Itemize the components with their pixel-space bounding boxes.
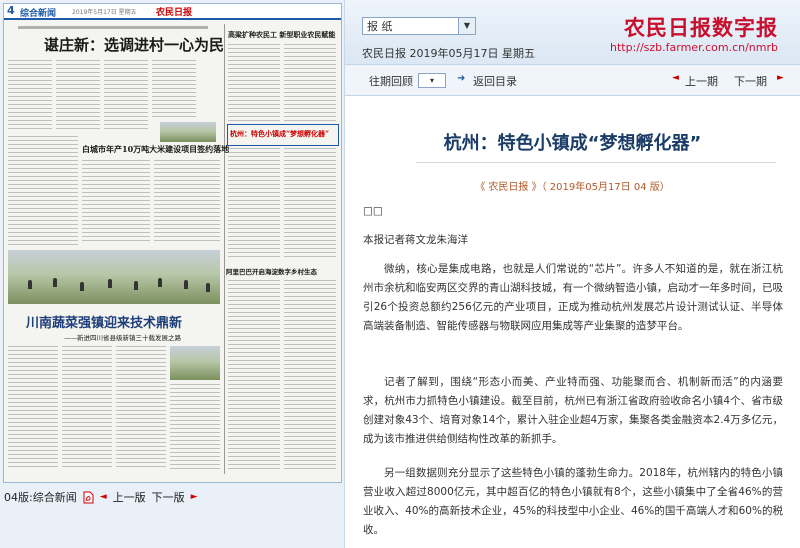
newspaper-page-number: 4 [7,4,15,17]
archive-link[interactable]: 往期回顾 [369,73,413,89]
article-paragraph-1: 微纳，核心是集成电路，也就是人们常说的“芯片”。许多人不知道的是，就在浙江杭州市… [363,263,783,332]
arrow-right-icon: ► [190,492,198,502]
site-header: 报 纸 ▼ 农民日报数字报 http://szb.farmer.com.cn/n… [345,0,800,64]
text-block [170,384,220,470]
text-block [104,60,148,130]
publication-date: 农民日报 2019年05月17日 星期五 [362,47,535,60]
text-block [82,160,150,244]
page-nav-bar: 04版:综合新闻 ◄ 上一版 下一版 ► [4,488,198,506]
newspaper-photo [170,346,220,380]
publication-select[interactable]: 报 纸 ▼ [362,17,476,35]
toolbar: 往期回顾 ▾ ➜ 返回目录 ◄ 上一期 下一期 ► [345,64,800,96]
newspaper-panel: 4 综合新闻 2019年5月17日 星期五 农民日报 谌庄新：选调进村一心为民 … [0,0,345,548]
text-block [152,60,196,120]
prev-edition-link[interactable]: 上一版 [113,489,146,505]
back-to-index-link[interactable]: 返回目录 [473,73,517,89]
next-edition-link[interactable]: 下一版 [152,489,185,505]
text-block [228,44,280,122]
newspaper-headline-6[interactable]: 川南蔬菜强镇迎来技术鼎新 [26,312,182,331]
newspaper-rule [18,26,208,29]
home-icon: ➜ [457,73,466,84]
newspaper-page-image[interactable]: 4 综合新闻 2019年5月17日 星期五 农民日报 谌庄新：选调进村一心为民 … [3,3,342,483]
chevron-down-icon[interactable]: ▼ [458,18,475,34]
text-block [228,148,280,258]
arrow-left-icon: ◄ [672,73,679,83]
newspaper-field-photo [8,250,220,304]
next-issue-link[interactable]: 下一期 [734,73,767,89]
newspaper-masthead: 农民日报 [156,8,193,18]
site-brand: 农民日报数字报 [624,15,778,40]
publication-select-value: 报 纸 [367,20,393,33]
article-byline: 本报记者蒋文龙朱海洋 [363,234,468,246]
article-paragraph-3: 另一组数据则充分显示了这些特色小镇的蓬勃生命力。2018年，杭州辖内的特色小镇营… [363,467,783,536]
newspaper-headline-2[interactable]: 高粱扩种农民工 新型职业农民赋能 [228,30,335,40]
archive-calendar-icon[interactable]: ▾ [418,73,446,88]
article-title: 杭州：特色小镇成“梦想孵化器” [443,133,702,154]
newspaper-date: 2019年5月17日 星期五 [72,9,137,16]
arrow-right-icon: ► [777,73,784,83]
newspaper-header-bar: 4 综合新闻 2019年5月17日 星期五 农民日报 [4,4,341,20]
text-block [62,346,112,470]
title-divider [416,162,776,163]
newspaper-headline-6-sub: ——新进四川省县级新镇三十载发展之路 [64,334,181,342]
text-block [154,160,220,244]
pdf-icon[interactable] [83,491,94,504]
newspaper-headline-4[interactable]: 白城市年产10万吨大米建设项目签约落地 [82,144,229,155]
newspaper-headline-5[interactable]: 阿里巴巴开启海淀数字乡村生态 [226,266,317,276]
prev-issue-link[interactable]: 上一期 [685,73,718,89]
text-block [8,346,58,470]
text-block [284,148,336,258]
text-block [284,280,336,470]
article-label: □□ [363,205,383,217]
newspaper-headline-1[interactable]: 谌庄新：选调进村一心为民 [44,34,224,55]
text-block [8,136,78,246]
site-url[interactable]: http://szb.farmer.com.cn/nmrb [610,41,778,54]
text-block [228,280,280,470]
arrow-left-icon: ◄ [99,492,107,502]
text-block [116,346,166,470]
text-block [56,60,100,130]
article-paragraph-2: 记者了解到，围绕“形态小而美、产业特而强、功能聚而合、机制新而活”的内涵要求，杭… [363,376,783,445]
newspaper-section: 综合新闻 [20,9,57,19]
article-panel: 报 纸 ▼ 农民日报数字报 http://szb.farmer.com.cn/n… [345,0,800,548]
newspaper-headline-3[interactable]: 杭州：特色小镇成“梦想孵化器” [230,129,329,139]
newspaper-photo [160,122,216,142]
page-label[interactable]: 04版:综合新闻 [4,489,77,505]
text-block [8,60,52,130]
text-block [284,44,336,122]
newspaper-column-divider [224,24,225,474]
article-source: 《 农民日报 》（ 2019年05月17日 04 版） [475,182,670,193]
